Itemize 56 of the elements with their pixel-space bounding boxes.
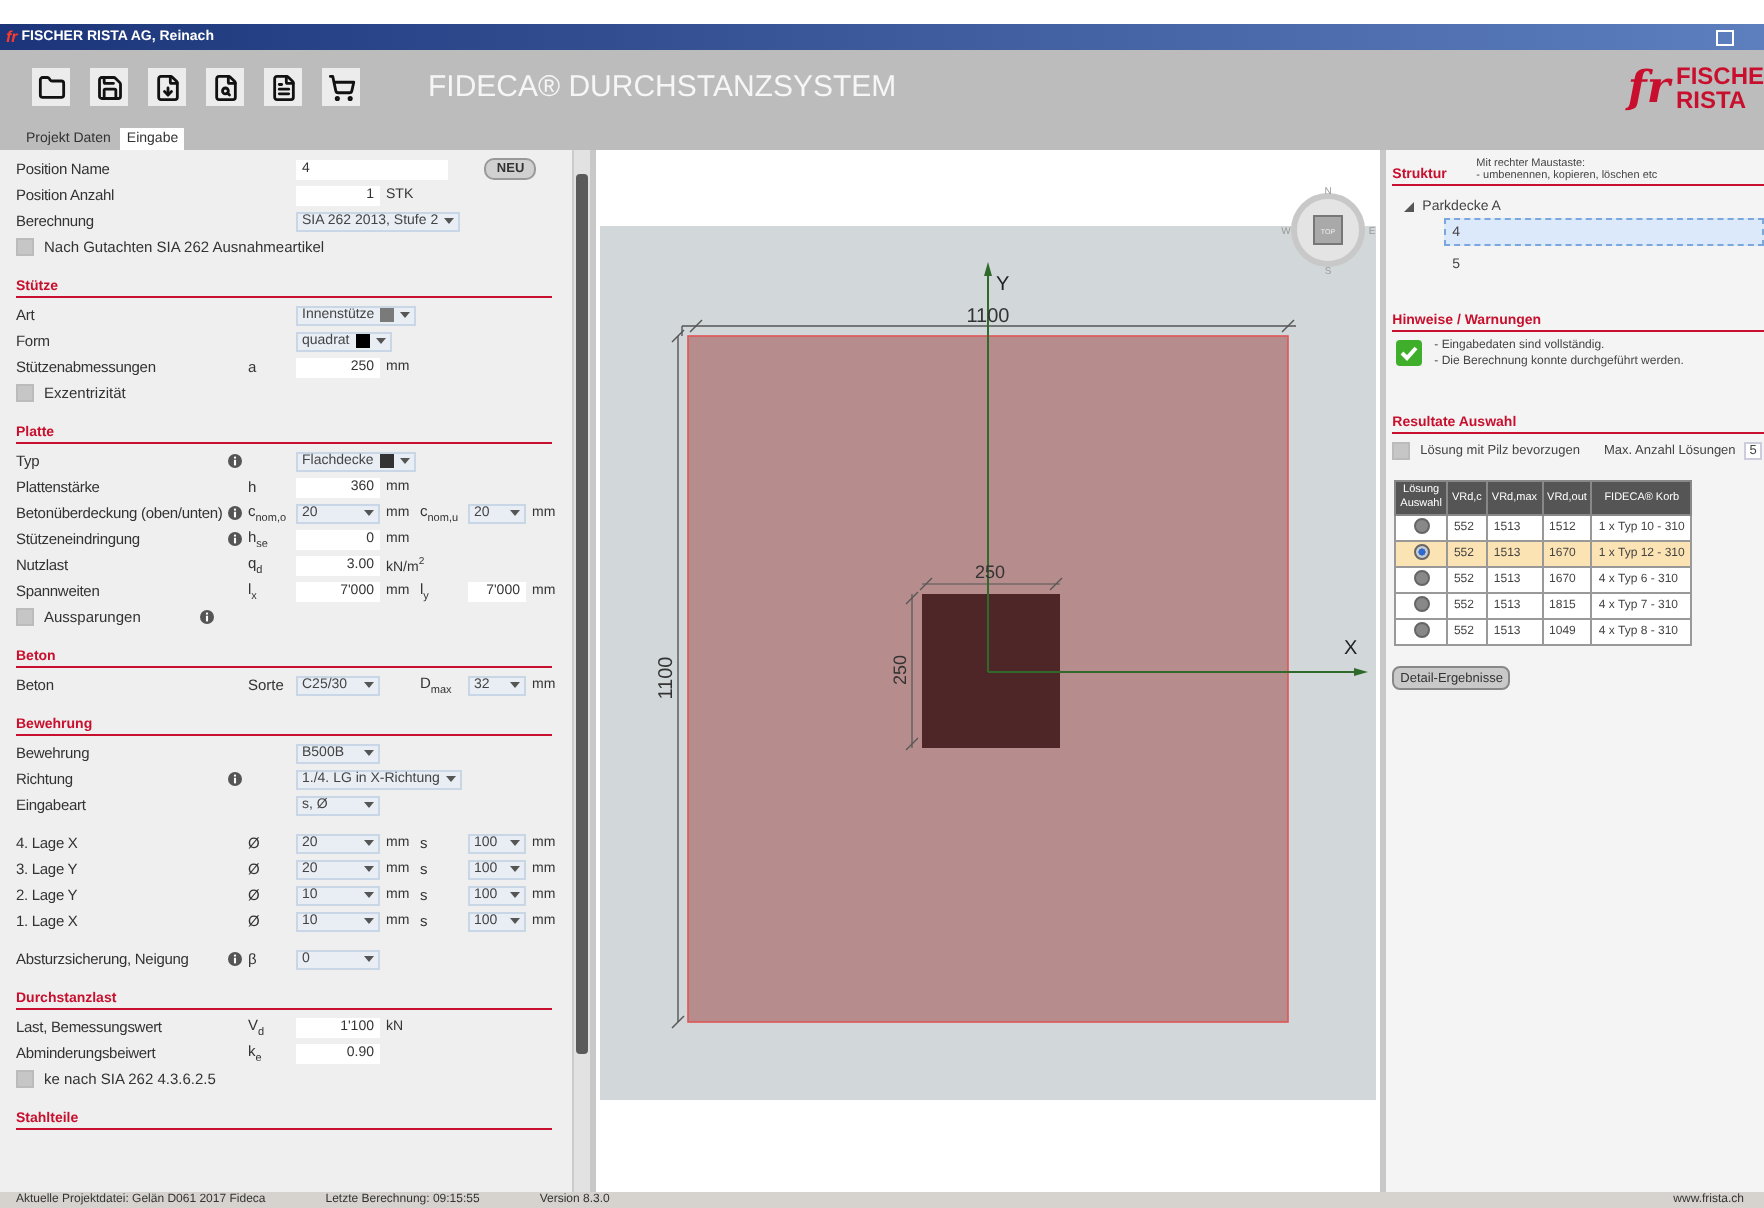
toolbar-button[interactable] — [206, 68, 244, 106]
caret-icon — [364, 509, 374, 517]
caret-icon — [364, 955, 374, 963]
folder-icon — [37, 73, 65, 101]
caret-icon — [510, 681, 520, 689]
info-icon[interactable] — [228, 952, 242, 966]
caret-icon — [510, 917, 520, 925]
caret-icon — [510, 891, 520, 899]
caret-icon — [510, 865, 520, 873]
logo-text: RISTA — [1675, 87, 1749, 111]
toolbar-button[interactable] — [90, 68, 128, 106]
caret-icon — [399, 457, 410, 465]
toolbar-button[interactable] — [148, 68, 186, 106]
maximize-icon[interactable] — [1716, 29, 1734, 45]
checkbox[interactable] — [16, 238, 34, 256]
axis-label: X — [1344, 638, 1358, 660]
app-title: FIDECA® DURCHSTANZSYSTEM — [428, 70, 899, 104]
expand-icon[interactable] — [1404, 201, 1415, 211]
document-icon — [269, 73, 297, 101]
axis-label: Y — [996, 274, 1010, 296]
checkbox[interactable] — [16, 608, 34, 626]
checkbox[interactable] — [16, 384, 34, 402]
dimension-label: 1100 — [656, 656, 679, 700]
info-icon[interactable] — [228, 454, 242, 468]
caret-icon — [364, 891, 374, 899]
scrollbar[interactable] — [572, 150, 591, 1192]
cart-icon — [327, 73, 355, 101]
save-icon — [95, 73, 123, 101]
view-cube[interactable] — [1313, 215, 1344, 245]
dimension-label: 250 — [890, 654, 911, 686]
caret-icon — [375, 337, 386, 345]
logo-mark: fr — [1627, 61, 1670, 113]
info-icon[interactable] — [228, 506, 242, 520]
info-icon[interactable] — [228, 532, 242, 546]
caret-icon — [510, 509, 520, 517]
caret-icon — [364, 839, 374, 847]
file-download-icon — [153, 73, 181, 101]
caret-icon — [364, 749, 374, 757]
checkbox[interactable] — [16, 1070, 34, 1088]
toolbar-button[interactable] — [32, 68, 70, 106]
app-logo: fr — [6, 28, 18, 46]
toolbar-button[interactable] — [264, 68, 302, 106]
caret-icon — [400, 311, 411, 319]
checkbox[interactable] — [1392, 442, 1411, 460]
caret-icon — [364, 681, 374, 689]
caret-icon — [445, 775, 456, 783]
caret-icon — [444, 217, 455, 225]
info-icon[interactable] — [228, 772, 242, 786]
logo-text: FISCHE — [1675, 63, 1764, 87]
file-search-icon — [211, 73, 239, 101]
caret-icon — [364, 917, 374, 925]
info-icon[interactable] — [200, 610, 215, 624]
caret-icon — [364, 801, 374, 809]
toolbar-button[interactable] — [322, 68, 360, 106]
caret-icon — [364, 865, 374, 873]
caret-icon — [510, 839, 520, 847]
